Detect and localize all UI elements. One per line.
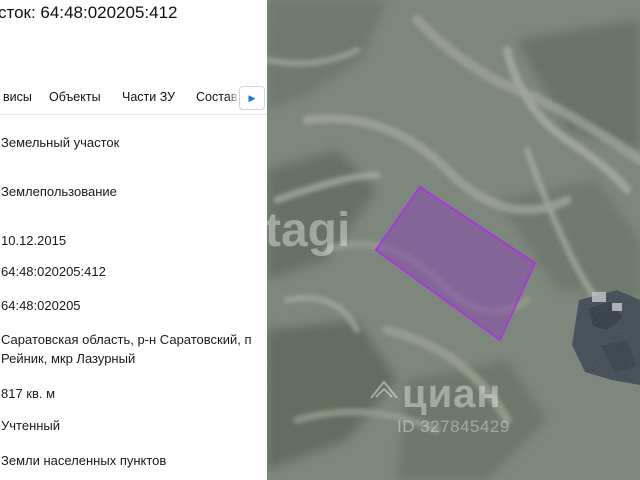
value-area: 817 кв. м <box>1 386 56 401</box>
value-cadastral-quarter: 64:48:020205 <box>1 298 81 313</box>
value-parcel-kind: Землепользование <box>1 184 117 199</box>
tab-servisy[interactable]: висы <box>3 90 32 104</box>
value-land-category: Земли населенных пунктов <box>1 453 167 468</box>
tab-parts[interactable]: Части ЗУ <box>122 90 175 104</box>
value-object-type: Земельный участок <box>1 135 120 150</box>
tabs-next-button[interactable]: ▶ <box>239 86 265 110</box>
tab-composition[interactable]: Состав <box>196 90 237 104</box>
tab-objects[interactable]: Объекты <box>49 90 101 104</box>
tabs-divider <box>0 114 267 115</box>
value-cadastral-number: 64:48:020205:412 <box>1 264 106 279</box>
value-status: Учтенный <box>1 418 61 433</box>
panel-title: сток: 64:48:020205:412 <box>0 3 178 22</box>
parcel-info-panel: сток: 64:48:020205:412 висы Объекты Част… <box>0 0 267 480</box>
value-registration-date: 10.12.2015 <box>1 233 67 248</box>
value-address: Саратовская область, р-н Саратовский, п … <box>1 332 252 366</box>
tabs-bar: висы Объекты Части ЗУ Состав ▶ <box>0 86 267 110</box>
satellite-map[interactable] <box>267 0 640 480</box>
chevron-right-icon: ▶ <box>248 92 256 103</box>
